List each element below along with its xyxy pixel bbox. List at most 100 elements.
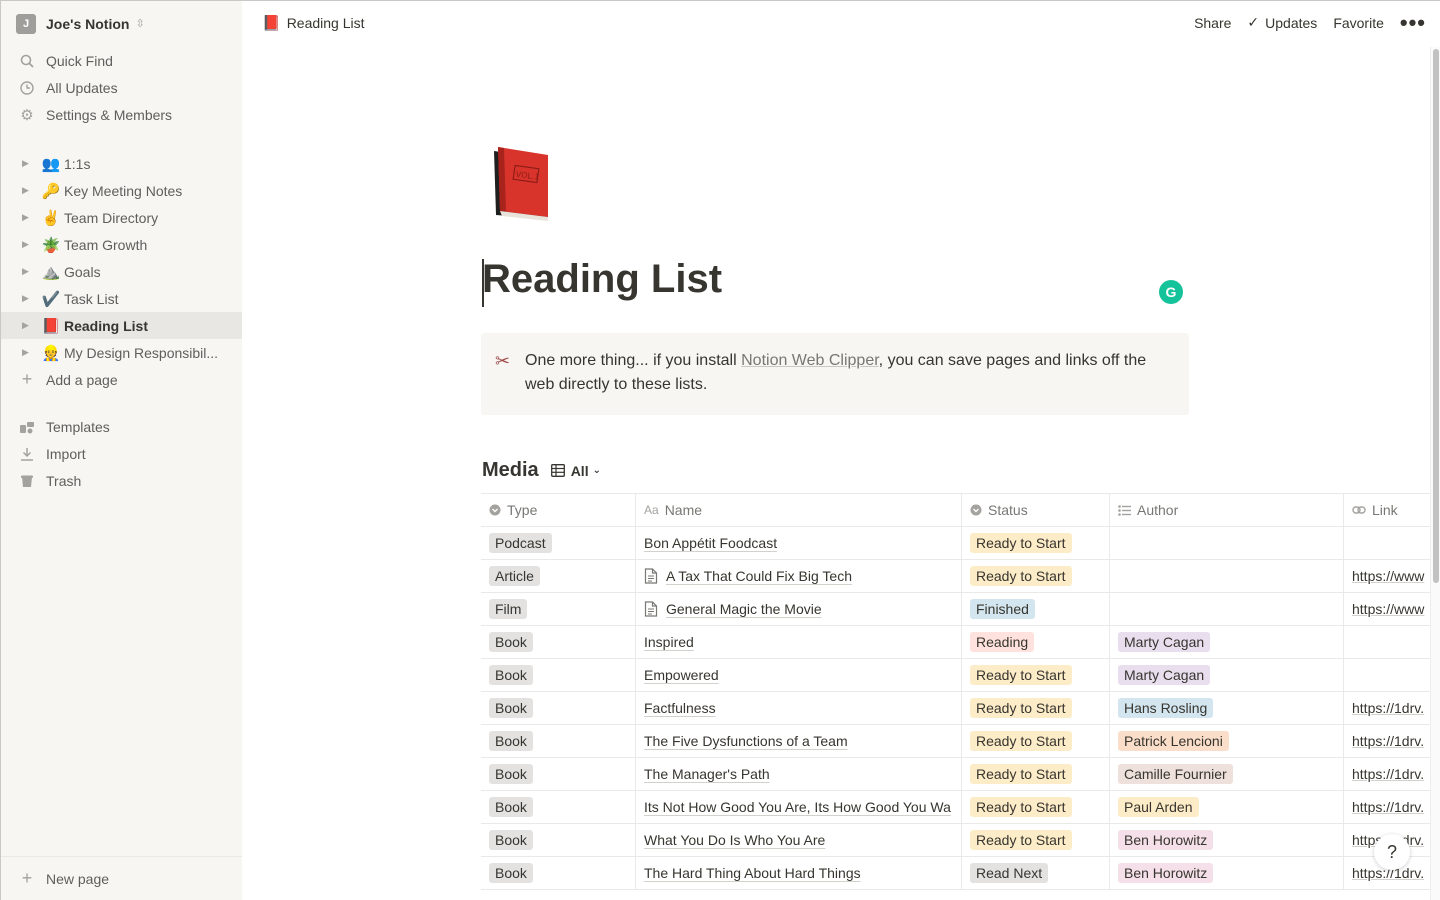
workspace-switcher[interactable]: J Joe's Notion ⇳ [16, 13, 145, 35]
type-cell[interactable]: Book [481, 659, 636, 691]
sidebar-page-reading-list[interactable]: ▶ 📕 Reading List [1, 312, 242, 339]
type-cell[interactable]: Book [481, 692, 636, 724]
item-name[interactable]: What You Do Is Who You Are [644, 832, 825, 848]
status-cell[interactable]: Ready to Start [962, 560, 1110, 592]
status-cell[interactable]: Ready to Start [962, 824, 1110, 856]
sidebar-page-design-responsibilities[interactable]: ▶ 👷 My Design Responsibil... [1, 339, 242, 366]
sidebar-item-quick-find[interactable]: Quick Find [1, 47, 242, 74]
table-row[interactable]: Book The Hard Thing About Hard Things Read… [481, 857, 1440, 890]
author-cell[interactable]: Ben Horowitz [1110, 824, 1344, 856]
expand-triangle-icon[interactable]: ▶ [22, 212, 29, 223]
link-url[interactable]: https://1drv. [1352, 733, 1424, 749]
grammarly-icon[interactable]: G [1159, 280, 1183, 304]
status-cell[interactable]: Read Next [962, 857, 1110, 889]
item-name[interactable]: The Five Dysfunctions of a Team [644, 733, 848, 749]
sidebar-page-goals[interactable]: ▶ ⛰️ Goals [1, 258, 242, 285]
column-header-author[interactable]: Author [1110, 494, 1344, 526]
link-cell[interactable]: https://1drv. [1344, 758, 1440, 790]
name-cell[interactable]: The Five Dysfunctions of a Team [636, 725, 962, 757]
author-cell[interactable] [1110, 593, 1344, 625]
item-name[interactable]: The Hard Thing About Hard Things [644, 865, 861, 881]
type-cell[interactable]: Book [481, 626, 636, 658]
sidebar-page-task-list[interactable]: ▶ ✔️ Task List [1, 285, 242, 312]
status-cell[interactable]: Ready to Start [962, 527, 1110, 559]
item-name[interactable]: Its Not How Good You Are, Its How Good Y… [644, 799, 951, 815]
author-cell[interactable] [1110, 527, 1344, 559]
type-cell[interactable]: Book [481, 791, 636, 823]
type-cell[interactable]: Article [481, 560, 636, 592]
table-row[interactable]: Book The Manager's Path Ready to Start Cami… [481, 758, 1440, 791]
table-row[interactable]: Film General Magic the Movie Finished https… [481, 593, 1440, 626]
name-cell[interactable]: The Manager's Path [636, 758, 962, 790]
table-row[interactable]: Podcast Bon Appétit Foodcast Ready to Star… [481, 527, 1440, 560]
name-cell[interactable]: Its Not How Good You Are, Its How Good Y… [636, 791, 962, 823]
item-name[interactable]: Inspired [644, 634, 694, 650]
page-title[interactable]: Reading List [482, 257, 722, 302]
database-title[interactable]: Media [482, 459, 539, 482]
item-name[interactable]: Empowered [644, 667, 719, 683]
table-row[interactable]: Book Its Not How Good You Are, Its How Go… [481, 791, 1440, 824]
add-page-button[interactable]: + Add a page [1, 366, 242, 393]
red-book-icon[interactable]: VOL.1 [488, 145, 554, 230]
view-switcher[interactable]: All ⌄ [550, 463, 601, 479]
link-cell[interactable]: https://www [1344, 560, 1440, 592]
link-cell[interactable] [1344, 527, 1440, 559]
table-row[interactable]: Book Factfulness Ready to Start Hans Roslin… [481, 692, 1440, 725]
sidebar-page-1-1s[interactable]: ▶ 👥 1:1s [1, 150, 242, 177]
callout-block[interactable]: ✂ One more thing... if you install Notio… [481, 333, 1189, 415]
help-button[interactable]: ? [1374, 834, 1410, 870]
table-row[interactable]: Book Empowered Ready to Start Marty Cagan [481, 659, 1440, 692]
author-cell[interactable]: Patrick Lencioni [1110, 725, 1344, 757]
breadcrumb[interactable]: 📕 Reading List [262, 14, 365, 32]
status-cell[interactable]: Ready to Start [962, 758, 1110, 790]
type-cell[interactable]: Book [481, 725, 636, 757]
scrollbar-thumb[interactable] [1433, 49, 1439, 583]
status-cell[interactable]: Ready to Start [962, 791, 1110, 823]
web-clipper-link[interactable]: Notion Web Clipper [741, 352, 879, 369]
expand-triangle-icon[interactable]: ▶ [22, 185, 29, 196]
name-cell[interactable]: A Tax That Could Fix Big Tech [636, 560, 962, 592]
share-button[interactable]: Share [1194, 15, 1231, 31]
column-header-status[interactable]: Status [962, 494, 1110, 526]
status-cell[interactable]: Ready to Start [962, 659, 1110, 691]
link-cell[interactable]: https://1drv. [1344, 725, 1440, 757]
table-row[interactable]: Book The Five Dysfunctions of a Team Ready… [481, 725, 1440, 758]
name-cell[interactable]: Factfulness [636, 692, 962, 724]
type-cell[interactable]: Film [481, 593, 636, 625]
status-cell[interactable]: Ready to Start [962, 692, 1110, 724]
more-options-icon[interactable]: ••• [1400, 11, 1426, 33]
sidebar-page-team-directory[interactable]: ▶ ✌️ Team Directory [1, 204, 242, 231]
name-cell[interactable]: The Hard Thing About Hard Things [636, 857, 962, 889]
favorite-button[interactable]: Favorite [1333, 15, 1384, 31]
expand-triangle-icon[interactable]: ▶ [22, 239, 29, 250]
author-cell[interactable]: Hans Rosling [1110, 692, 1344, 724]
link-cell[interactable]: https://www [1344, 593, 1440, 625]
name-cell[interactable]: Bon Appétit Foodcast [636, 527, 962, 559]
updates-button[interactable]: ✓ Updates [1247, 14, 1317, 31]
sidebar-item-import[interactable]: Import [1, 440, 242, 467]
expand-triangle-icon[interactable]: ▶ [22, 320, 29, 331]
sidebar-page-team-growth[interactable]: ▶ 🪴 Team Growth [1, 231, 242, 258]
column-header-link[interactable]: Link [1344, 494, 1440, 526]
sidebar-item-trash[interactable]: Trash [1, 467, 242, 494]
type-cell[interactable]: Book [481, 857, 636, 889]
status-cell[interactable]: Finished [962, 593, 1110, 625]
column-header-name[interactable]: Aa Name [636, 494, 962, 526]
sidebar-page-key-meeting-notes[interactable]: ▶ 🔑 Key Meeting Notes [1, 177, 242, 204]
item-name[interactable]: General Magic the Movie [666, 601, 822, 617]
link-url[interactable]: https://www [1352, 601, 1424, 617]
type-cell[interactable]: Book [481, 758, 636, 790]
link-cell[interactable]: https://1drv. [1344, 791, 1440, 823]
sidebar-item-settings[interactable]: ⚙ Settings & Members [1, 101, 242, 128]
author-cell[interactable]: Camille Fournier [1110, 758, 1344, 790]
sidebar-item-templates[interactable]: Templates [1, 413, 242, 440]
expand-triangle-icon[interactable]: ▶ [22, 158, 29, 169]
table-row[interactable]: Book Inspired Reading Marty Cagan [481, 626, 1440, 659]
link-url[interactable]: https://www [1352, 568, 1424, 584]
link-cell[interactable]: https://1drv. [1344, 692, 1440, 724]
name-cell[interactable]: What You Do Is Who You Are [636, 824, 962, 856]
name-cell[interactable]: General Magic the Movie [636, 593, 962, 625]
link-url[interactable]: https://1drv. [1352, 766, 1424, 782]
author-cell[interactable]: Ben Horowitz [1110, 857, 1344, 889]
expand-triangle-icon[interactable]: ▶ [22, 347, 29, 358]
